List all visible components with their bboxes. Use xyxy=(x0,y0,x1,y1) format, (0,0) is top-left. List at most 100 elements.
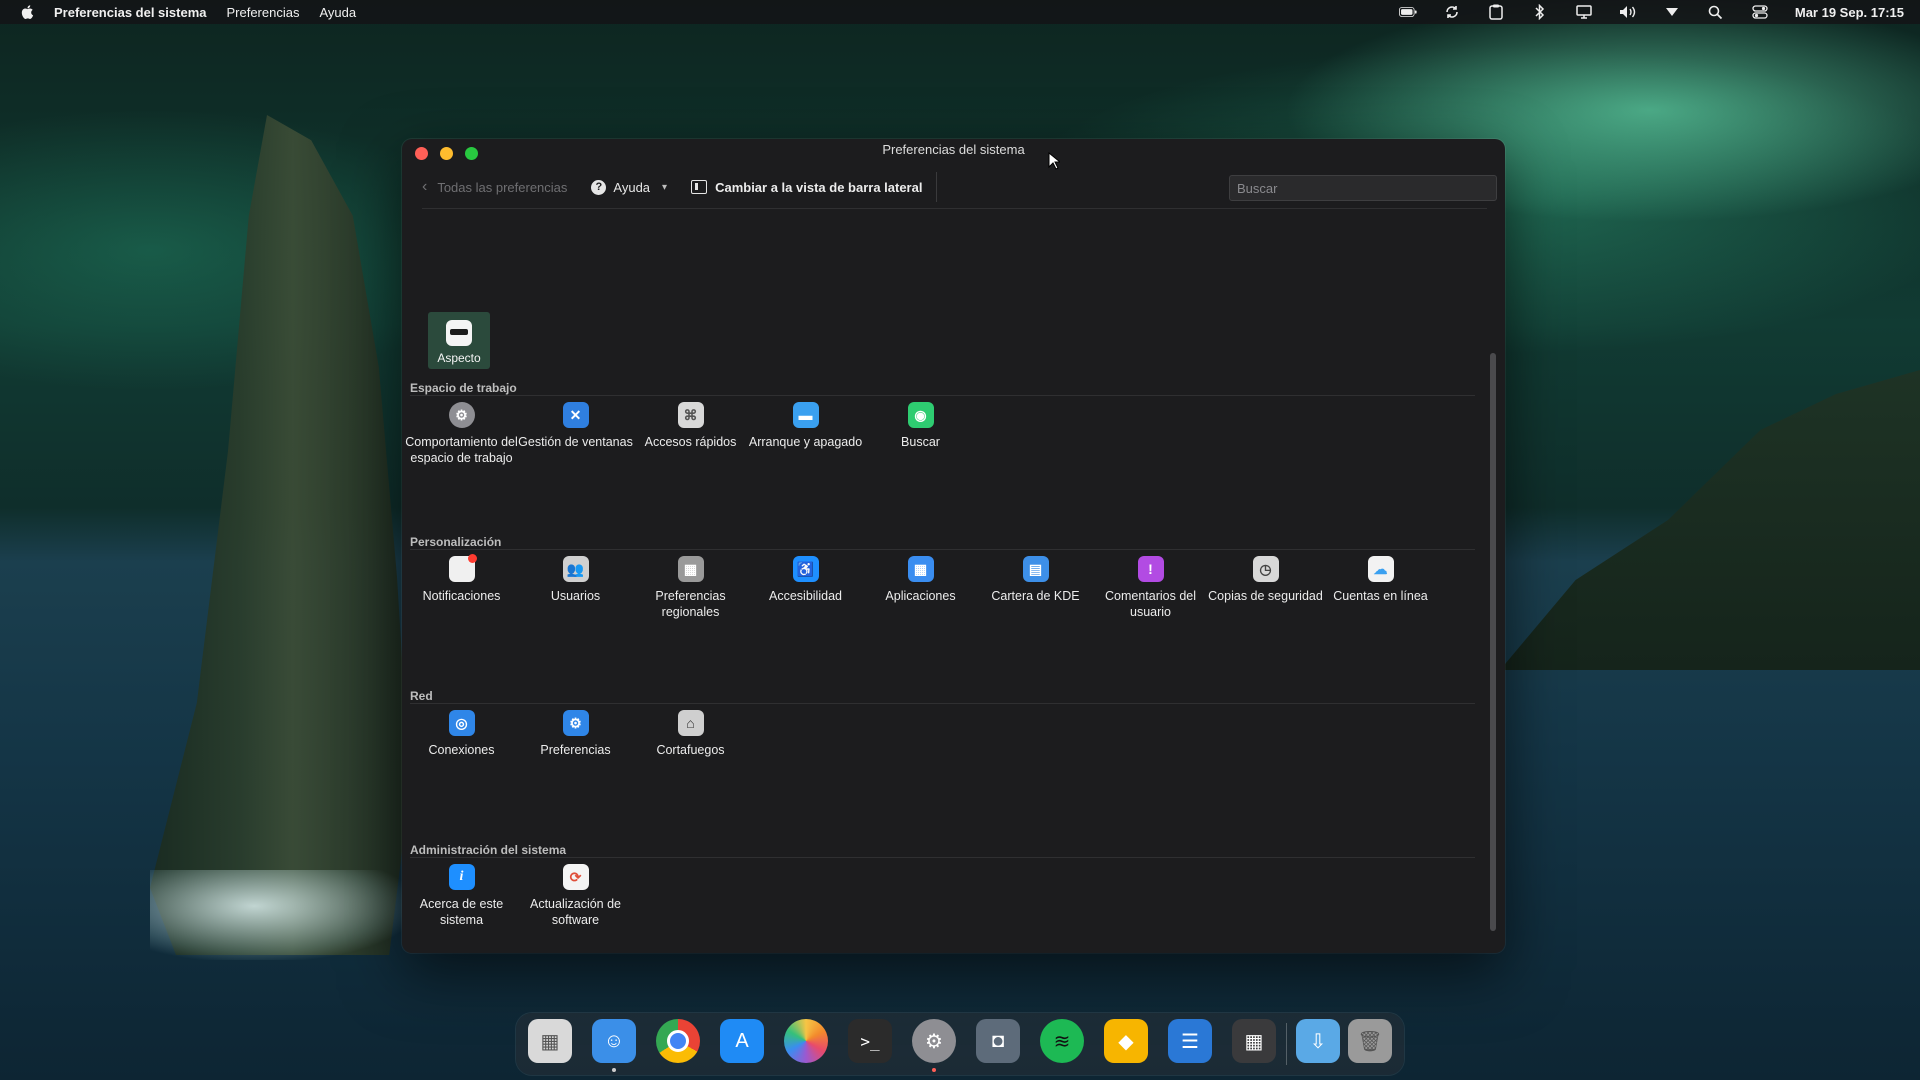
pref-item[interactable]: ! Comentarios del usuario xyxy=(1093,556,1208,620)
section-divider xyxy=(410,703,1475,704)
running-indicator xyxy=(612,1068,616,1072)
calculator-icon[interactable]: ▦ xyxy=(1232,1019,1276,1063)
screenshot-icon[interactable]: ◘ xyxy=(976,1019,1020,1063)
pref-item[interactable]: i Acerca de este sistema xyxy=(404,864,519,928)
pref-item-label: Actualización de software xyxy=(529,897,622,927)
pref-item-label: Preferencias xyxy=(540,743,611,757)
pref-item-label: Comportamiento del espacio de trabajo xyxy=(405,435,518,465)
trash-icon[interactable]: 🗑 xyxy=(1348,1019,1392,1063)
bluetooth-icon[interactable] xyxy=(1531,4,1549,20)
pref-item-label: Usuarios xyxy=(550,589,601,603)
firewall-icon: ⌂ xyxy=(677,710,704,736)
section-divider xyxy=(410,395,1475,396)
pref-item-label: Comentarios del usuario xyxy=(1104,589,1196,619)
apple-menu-icon[interactable] xyxy=(20,4,36,20)
pref-item[interactable]: ☁ Cuentas en línea xyxy=(1323,556,1438,604)
pref-item[interactable]: ♿ Accesibilidad xyxy=(748,556,863,604)
network-preferences-icon: ⚙ xyxy=(562,710,589,736)
scrollbar-thumb[interactable] xyxy=(1490,353,1496,931)
switch-sidebar-view-button[interactable]: Cambiar a la vista de barra lateral xyxy=(691,180,922,195)
pref-item[interactable]: ◎ Conexiones xyxy=(404,710,519,758)
chrome-icon[interactable] xyxy=(656,1019,700,1063)
menubar-clock[interactable]: Mar 19 Sep. 17:15 xyxy=(1795,5,1904,20)
wallpaper-headland xyxy=(1500,370,1920,670)
search-input[interactable] xyxy=(1229,175,1497,201)
back-button[interactable]: ‹ Todas las preferencias xyxy=(422,178,567,196)
volume-icon[interactable] xyxy=(1619,5,1637,19)
regional-icon: ▦ xyxy=(677,556,704,582)
pref-item[interactable]: ◷ Copias de seguridad xyxy=(1208,556,1323,604)
control-center-icon[interactable] xyxy=(1751,5,1769,19)
pref-item[interactable]: ⌘ Accesos rápidos xyxy=(633,402,748,450)
sketch-icon[interactable]: ◆ xyxy=(1104,1019,1148,1063)
shortcuts-icon: ⌘ xyxy=(677,402,704,428)
spotify-icon[interactable]: ≋ xyxy=(1040,1019,1084,1063)
launchpad-icon[interactable]: ▦ xyxy=(528,1019,572,1063)
featured-item-aspecto[interactable]: Aspecto xyxy=(428,312,490,369)
pref-item[interactable]: ▤ Cartera de KDE xyxy=(978,556,1093,604)
applications-icon: ▦ xyxy=(907,556,934,582)
users-icon: 👥 xyxy=(562,556,589,582)
back-button-label: Todas las preferencias xyxy=(437,179,568,195)
window-titlebar[interactable]: Preferencias del sistema xyxy=(402,139,1505,165)
finder-icon[interactable]: ☺ xyxy=(592,1019,636,1063)
pref-item[interactable]: 👥 Usuarios xyxy=(518,556,633,604)
running-indicator xyxy=(932,1068,936,1072)
chevron-left-icon: ‹ xyxy=(422,178,428,195)
help-menu-button[interactable]: ? Ayuda ▾ xyxy=(591,179,668,195)
pref-item-label: Accesos rápidos xyxy=(644,435,737,449)
toolbar-divider xyxy=(936,172,938,202)
section-title-red: Red xyxy=(410,689,433,703)
software-update-icon: ⟳ xyxy=(562,864,589,890)
feedback-icon: ! xyxy=(1137,556,1164,582)
downloads-folder-icon[interactable]: ⇩ xyxy=(1296,1019,1340,1063)
search-icon: ◉ xyxy=(907,402,934,428)
dock-separator xyxy=(1286,1023,1287,1065)
pref-item[interactable]: ◉ Buscar xyxy=(863,402,978,450)
pref-item[interactable]: ▬ Arranque y apagado xyxy=(748,402,863,450)
wifi-dropdown-icon[interactable] xyxy=(1663,5,1681,19)
dock: ▦ ☺ A >_ ⚙ ◘ ≋ ◆ ☰ ▦ ⇩ 🗑 xyxy=(516,1013,1404,1075)
pref-item[interactable]: ⌂ Cortafuegos xyxy=(633,710,748,758)
clipboard-icon[interactable] xyxy=(1487,4,1505,20)
pref-item[interactable]: ⚙ Comportamiento del espacio de trabajo xyxy=(404,402,519,466)
display-icon[interactable] xyxy=(1575,5,1593,19)
sidebar-view-icon xyxy=(691,180,708,194)
window-management-icon: ✕ xyxy=(562,402,589,428)
switch-sidebar-view-label: Cambiar a la vista de barra lateral xyxy=(715,179,923,195)
pref-item[interactable]: ⚙ Preferencias xyxy=(518,710,633,758)
menu-preferencias[interactable]: Preferencias xyxy=(226,5,299,20)
system-preferences-icon[interactable]: ⚙ xyxy=(912,1019,956,1063)
pref-item-label: Aplicaciones xyxy=(885,589,956,603)
pref-item[interactable]: ✕ Gestión de ventanas xyxy=(518,402,633,450)
terminal-icon[interactable]: >_ xyxy=(848,1019,892,1063)
sync-icon[interactable] xyxy=(1443,5,1461,19)
help-label: Ayuda xyxy=(613,179,651,195)
menu-app-name[interactable]: Preferencias del sistema xyxy=(54,5,206,20)
menu-bar: Preferencias del sistema Preferencias Ay… xyxy=(0,0,1920,24)
pref-item-label: Copias de seguridad xyxy=(1208,589,1323,603)
preferences-content: Aspecto Espacio de trabajo ⚙ Comportamie… xyxy=(402,208,1505,953)
wallpaper-surf xyxy=(150,870,410,960)
section-divider xyxy=(410,857,1475,858)
pref-item[interactable]: ▦ Preferencias regionales xyxy=(633,556,748,620)
pref-item[interactable]: ▦ Aplicaciones xyxy=(863,556,978,604)
menu-ayuda[interactable]: Ayuda xyxy=(319,5,356,20)
spotlight-search-icon[interactable] xyxy=(1707,5,1725,19)
pref-item-label: Cuentas en línea xyxy=(1333,589,1428,603)
app-store-icon[interactable]: A xyxy=(720,1019,764,1063)
help-icon: ? xyxy=(591,179,607,195)
vertical-scrollbar[interactable] xyxy=(1490,353,1496,931)
battery-icon[interactable] xyxy=(1398,5,1417,19)
featured-item-label: Aspecto xyxy=(437,351,481,365)
pref-item-label: Conexiones xyxy=(428,743,495,757)
appearance-icon xyxy=(446,320,472,346)
pref-item[interactable]: Notificaciones xyxy=(404,554,519,604)
pref-item-label: Notificaciones xyxy=(422,589,501,603)
section-title-administracion-del-sistema: Administración del sistema xyxy=(410,843,567,857)
backup-icon: ◷ xyxy=(1252,556,1279,582)
chevron-down-icon: ▾ xyxy=(662,181,668,193)
photos-icon[interactable] xyxy=(784,1019,828,1063)
text-editor-icon[interactable]: ☰ xyxy=(1168,1019,1212,1063)
pref-item[interactable]: ⟳ Actualización de software xyxy=(518,864,633,928)
